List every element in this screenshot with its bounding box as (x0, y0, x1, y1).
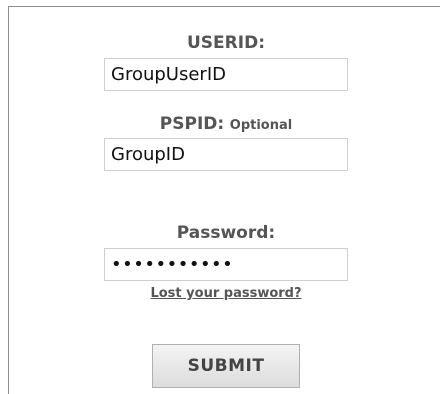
password-input[interactable]: ••••••••••• (104, 248, 348, 281)
password-label: Password: (176, 223, 276, 243)
pspid-optional-note: Optional (229, 118, 293, 133)
pspid-label-row: PSPID: Optional (104, 114, 348, 134)
lost-password-link[interactable]: Lost your password? (104, 286, 348, 301)
userid-label: USERID: (187, 33, 265, 53)
pspid-label: PSPID: (159, 114, 225, 134)
userid-input[interactable] (104, 58, 348, 91)
pspid-input[interactable] (104, 138, 348, 171)
submit-button[interactable]: SUBMIT (152, 344, 300, 388)
